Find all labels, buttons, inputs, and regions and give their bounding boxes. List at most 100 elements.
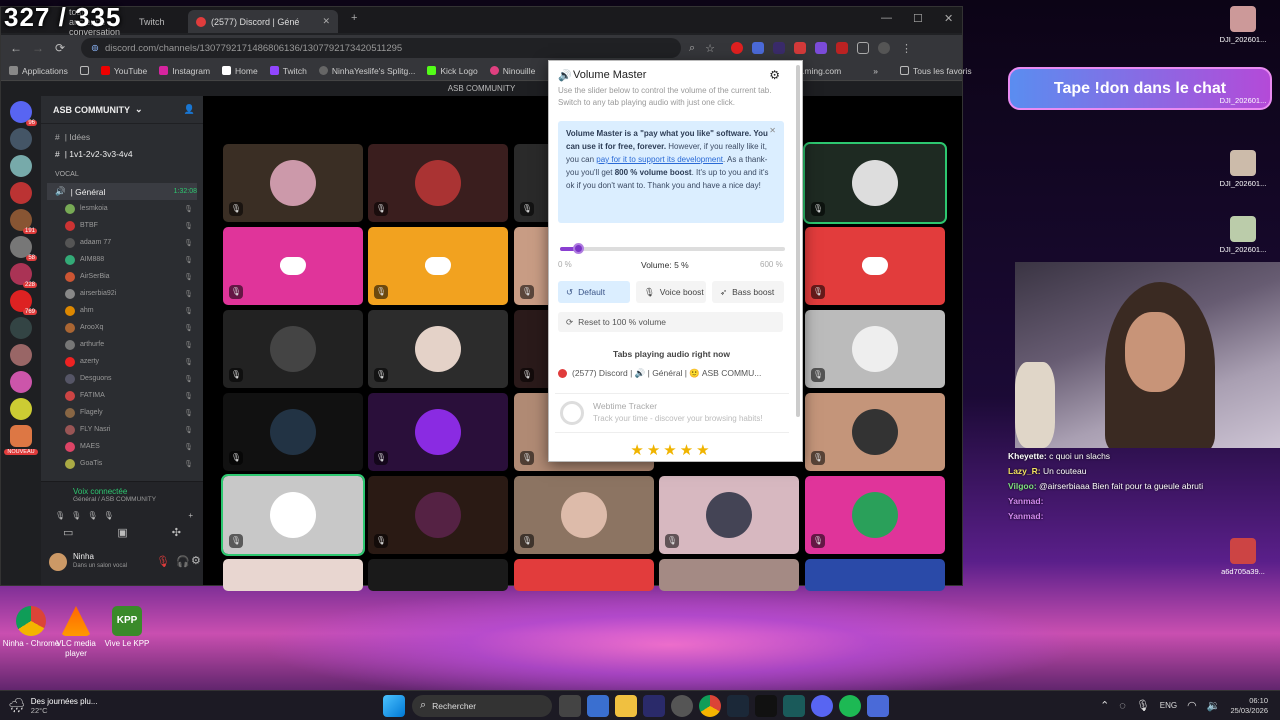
task-view-icon[interactable] [559,694,581,717]
popup-scrollbar[interactable] [796,65,800,417]
server-icon[interactable] [10,425,32,447]
default-button[interactable]: ↺ Default [558,281,630,303]
server-icon[interactable] [10,128,32,150]
participant-tile[interactable]: 🎙 [368,144,508,222]
tiktok-icon[interactable] [755,694,777,717]
steam-icon[interactable] [727,694,749,717]
bookmark-instagram[interactable]: Instagram [159,66,210,76]
app-icon[interactable] [783,694,805,717]
bookmark-x-home[interactable]: Home [222,66,258,76]
bookmark-ninouille[interactable]: Ninouille [489,66,535,76]
participant-tile[interactable]: 🎙 [223,393,363,471]
minimize-icon[interactable]: — [881,12,892,24]
volume-slider-handle[interactable] [573,243,584,254]
voice-user[interactable]: airserbia92i 🎙 [41,285,203,302]
close-icon[interactable]: ✕ [944,12,953,25]
server-icon[interactable]: 769 [10,290,37,315]
participant-tile[interactable]: 🎙 [368,310,508,388]
channel-ideas[interactable]: # | Idées [41,128,203,145]
new-tab-button[interactable]: + [351,12,357,24]
chevron-up-icon[interactable]: ⌃ [1100,699,1109,712]
server-icon[interactable] [10,155,32,177]
audio-tab-entry[interactable]: (2577) Discord | 🔊 | Général | 🙂 ASB COM… [558,368,788,379]
menu-icon[interactable]: ⋮ [901,42,912,55]
voice-user[interactable]: Flagely 🎙 [41,404,203,421]
bookmarks-overflow-icon[interactable]: » [873,66,878,76]
desktop-icon-kpp[interactable]: KPP Vive Le KPP [96,606,158,649]
participant-tile[interactable]: 🎙 [223,144,363,222]
volume-icon[interactable]: 🔉 [1207,699,1221,712]
bookmark-grid[interactable] [79,66,89,75]
start-windows-icon[interactable] [383,694,405,717]
mic-muted-icon[interactable]: 🎙 [156,555,170,568]
extension-icon[interactable] [836,42,849,54]
search-box[interactable]: ⌕ Rechercher [412,694,552,717]
participant-tile[interactable]: 🎙 [803,142,947,224]
plus-icon[interactable]: + [188,511,193,520]
participant-tile[interactable]: 🎙 [659,476,799,554]
voice-user[interactable]: MAES 🎙 [41,438,203,455]
participant-tile[interactable]: 🎙 [805,476,945,554]
server-header[interactable]: ASB COMMUNITY ⌄ 👤 [41,96,203,124]
channel-1v1[interactable]: # | 1v1-2v2-3v3-4v4 [41,145,203,162]
participant-tile[interactable]: 🎙 [805,227,945,305]
category-vocal[interactable]: VOCAL [41,166,203,183]
participant-tile[interactable]: 🎙 [368,393,508,471]
voice-user[interactable]: FLY Nasri 🎙 [41,421,203,438]
desktop-file[interactable]: a6d705a39... [1213,538,1273,576]
obs-icon[interactable] [671,694,693,717]
participant-tile[interactable] [223,559,363,591]
bookmark-apps[interactable]: Applications [9,66,68,76]
voice-user[interactable]: FATIMA 🎙 [41,387,203,404]
voice-channel-general[interactable]: 🔊 | Général 1:32:08 [47,183,197,200]
activity-icon[interactable]: ✣ [172,526,181,539]
desktop-file[interactable]: DJI_202601... [1213,216,1273,254]
widgets-icon[interactable] [587,694,609,717]
participant-tile[interactable]: 🎙 [514,476,654,554]
voice-user[interactable]: AirSerBia 🎙 [41,268,203,285]
tab-close-icon[interactable]: ✕ [322,16,330,27]
participant-tile[interactable]: 🎙 [805,310,945,388]
extension-icon[interactable] [773,42,786,54]
participant-tile[interactable]: 🎙 [368,476,508,554]
rating-stars[interactable]: ★★★★★ [549,441,794,459]
mute-icon[interactable]: 🎙 [71,511,81,520]
premiere-icon[interactable] [643,694,665,717]
wifi-icon[interactable]: ◠ [1187,699,1197,712]
gear-icon[interactable]: ⚙ [769,68,780,82]
pay-link[interactable]: pay for it to support its development [596,155,723,164]
server-icon[interactable] [10,317,32,339]
server-icon[interactable]: 58 [10,236,37,261]
language-indicator[interactable]: ENG [1160,701,1177,710]
reset-volume-button[interactable]: ⟳ Reset to 100 % volume [558,312,783,332]
maximize-icon[interactable]: ☐ [913,12,923,25]
desktop-file[interactable]: DJI_202601... [1213,6,1273,44]
avatar[interactable] [49,553,67,571]
url-field[interactable]: ⊚ discord.com/channels/13077921714868061… [81,38,681,58]
participant-tile[interactable]: 🎙 [368,227,508,305]
participant-tile[interactable] [514,559,654,591]
mute-icon[interactable]: 🎙 [87,511,97,520]
participant-tile[interactable] [368,559,508,591]
notification-off-icon[interactable]: ◌ [1119,700,1126,712]
voice-boost-button[interactable]: 🎙 Voice boost [636,281,706,303]
voice-user[interactable]: AIM888 🎙 [41,251,203,268]
voice-user[interactable]: azerty 🎙 [41,353,203,370]
voice-user[interactable]: lesmkoia 🎙 [41,200,203,217]
participant-tile[interactable]: 🎙 [221,474,365,556]
profile-avatar[interactable] [878,42,891,54]
volume-slider[interactable] [560,243,785,254]
desktop-file[interactable]: DJI_202601... [1213,150,1273,188]
server-icon[interactable] [10,371,32,393]
volume-master-extension-icon[interactable] [752,42,765,54]
server-icon[interactable]: 191 [10,209,37,234]
back-icon[interactable]: ← [5,41,27,55]
shield-extension-icon[interactable] [815,42,828,54]
opera-extension-icon[interactable] [731,42,744,54]
participant-tile[interactable]: 🎙 [223,310,363,388]
extensions-puzzle-icon[interactable] [857,42,870,54]
bass-boost-button[interactable]: ➶ Bass boost [712,281,784,303]
weather-widget[interactable]: 🌧 Des journées plu... 22°C [0,697,120,715]
add-member-icon[interactable]: 👤 [184,104,195,115]
voice-user[interactable]: BTBF 🎙 [41,217,203,234]
